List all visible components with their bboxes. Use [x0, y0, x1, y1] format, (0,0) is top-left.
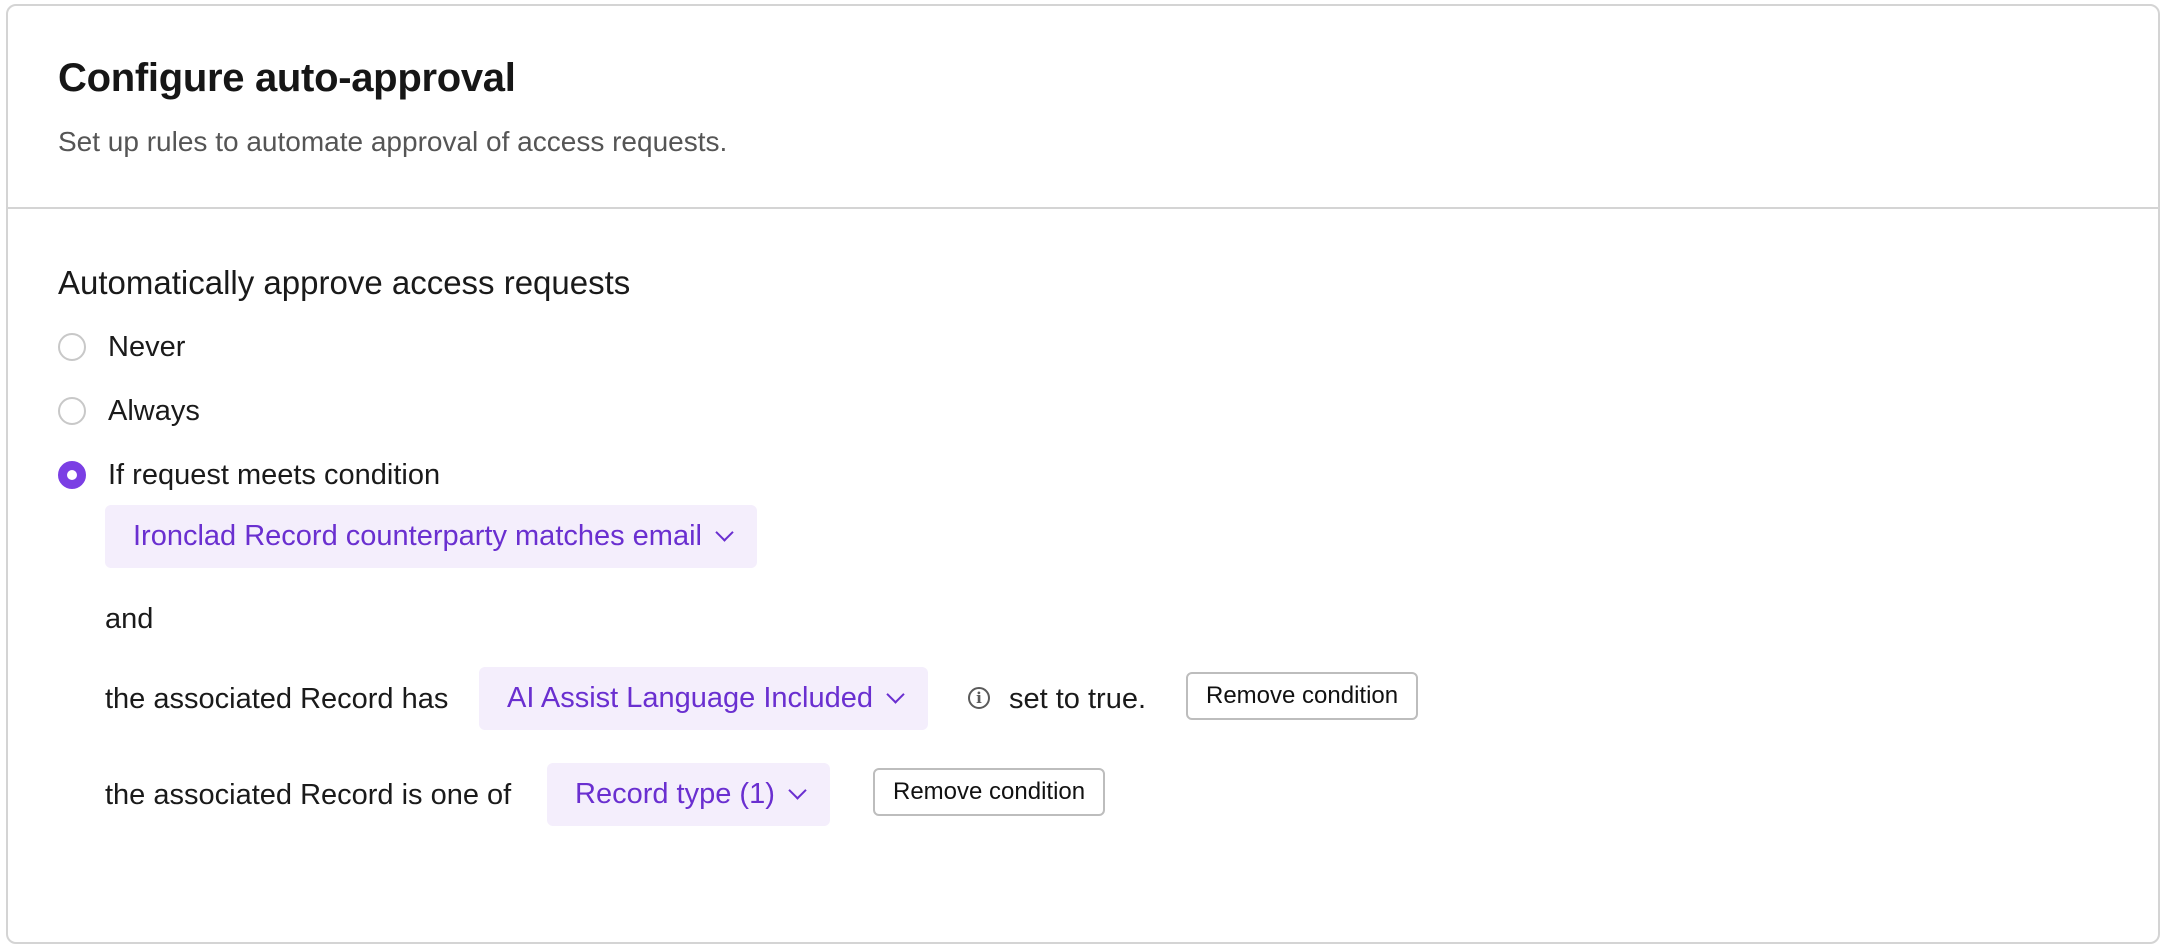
conjunction-label: and	[105, 603, 154, 635]
rule-1-prefix: the associated Record has	[105, 683, 449, 715]
radio-condition-label: If request meets condition	[108, 458, 441, 491]
rule-2-record-type-dropdown-label: Record type (1)	[575, 778, 775, 810]
page-title: Configure auto-approval	[58, 56, 516, 100]
radio-never[interactable]	[58, 333, 86, 361]
info-icon[interactable]: i	[968, 687, 990, 709]
page-subtitle: Set up rules to automate approval of acc…	[58, 126, 728, 157]
chevron-down-icon	[715, 523, 734, 542]
rule-1-remove-condition-button[interactable]: Remove condition	[1186, 672, 1419, 720]
rule-2-remove-condition-button[interactable]: Remove condition	[873, 768, 1106, 816]
rule-1-suffix: set to true.	[1009, 683, 1147, 715]
radio-option-always[interactable]: Always	[58, 394, 200, 428]
approval-section-label: Automatically approve access requests	[58, 264, 631, 301]
radio-option-never[interactable]: Never	[58, 330, 185, 364]
panel-header: Configure auto-approval Set up rules to …	[8, 6, 2158, 209]
chevron-down-icon	[788, 781, 807, 800]
chevron-down-icon	[886, 685, 905, 704]
auto-approval-panel: Configure auto-approval Set up rules to …	[6, 4, 2160, 944]
radio-always-label: Always	[108, 394, 200, 427]
rule-1-field-dropdown[interactable]: AI Assist Language Included	[479, 667, 928, 730]
rule-2-record-type-dropdown[interactable]: Record type (1)	[547, 763, 830, 826]
rule-2-prefix: the associated Record is one of	[105, 779, 512, 811]
radio-option-condition[interactable]: If request meets condition	[58, 458, 440, 492]
radio-condition[interactable]	[58, 461, 86, 489]
radio-always[interactable]	[58, 397, 86, 425]
rule-1-field-dropdown-label: AI Assist Language Included	[507, 682, 873, 714]
radio-never-label: Never	[108, 330, 186, 363]
primary-condition-dropdown-label: Ironclad Record counterparty matches ema…	[133, 520, 702, 552]
primary-condition-dropdown[interactable]: Ironclad Record counterparty matches ema…	[105, 505, 757, 568]
